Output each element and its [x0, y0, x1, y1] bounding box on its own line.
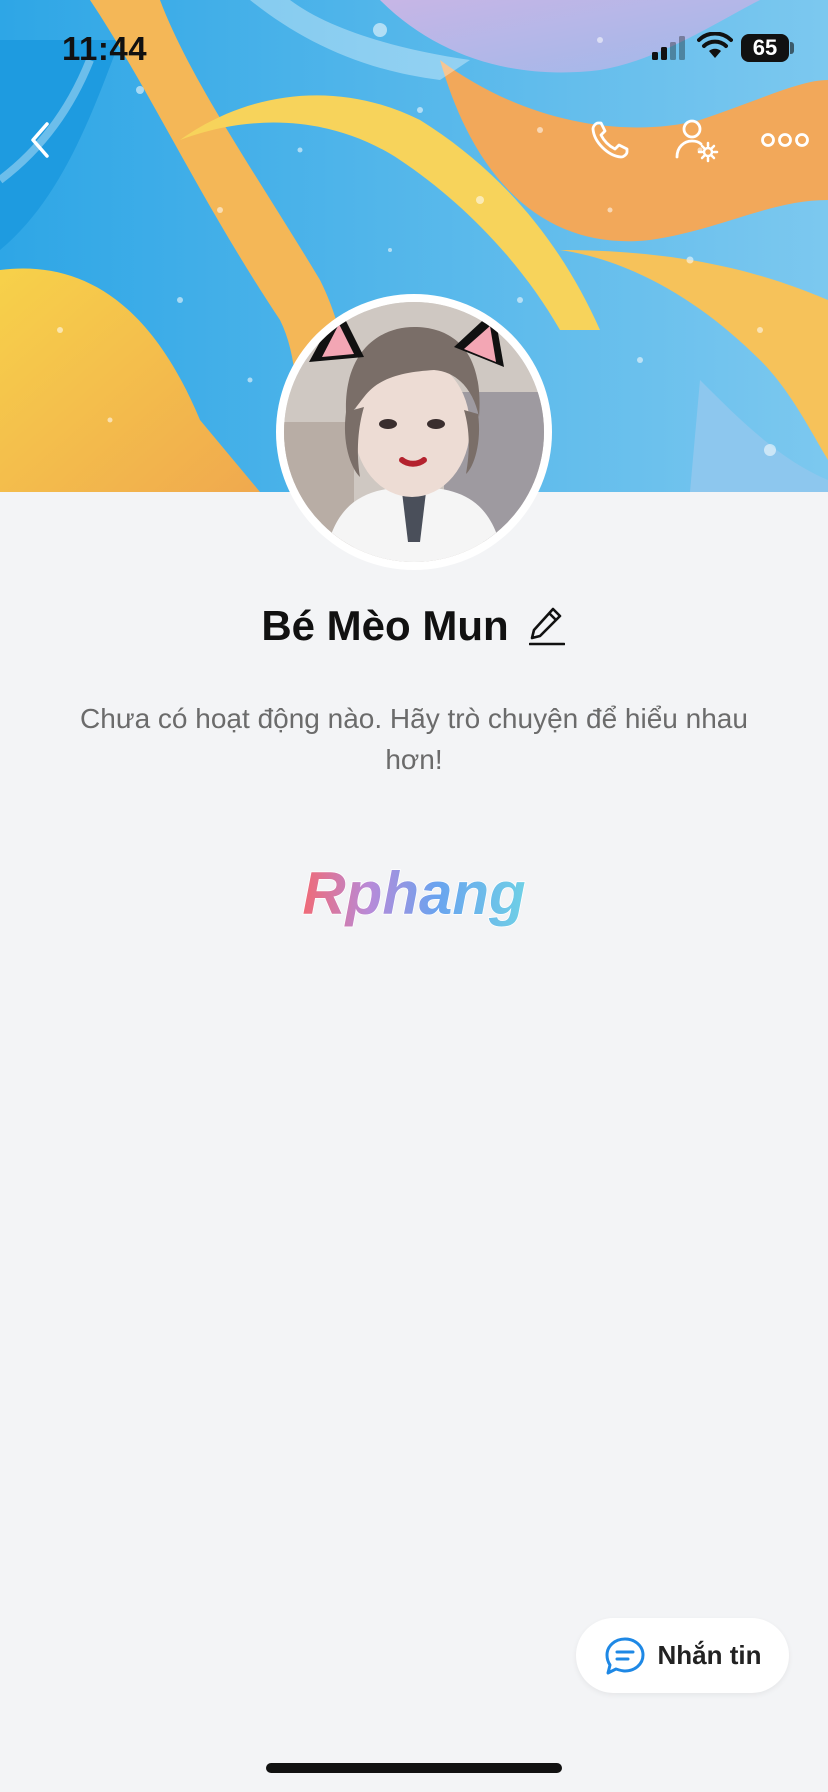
watermark-logo: Rphang [0, 858, 828, 943]
cellular-signal-icon [652, 36, 685, 60]
user-settings-icon [675, 119, 719, 163]
message-button-label: Nhắn tin [657, 1640, 762, 1670]
edit-name-button[interactable] [527, 604, 567, 648]
profile-avatar[interactable] [276, 294, 552, 570]
phone-icon [591, 121, 629, 159]
wifi-icon [697, 32, 733, 58]
more-button[interactable] [755, 110, 815, 170]
avatar-illustration [284, 302, 544, 562]
message-button[interactable]: Nhắn tin [576, 1618, 789, 1693]
chat-bubble-icon [605, 1637, 644, 1674]
avatar-photo [284, 302, 544, 562]
user-settings-button[interactable] [667, 110, 727, 170]
battery-cap [790, 42, 794, 54]
call-button[interactable] [580, 110, 640, 170]
svg-text:Rphang: Rphang [302, 860, 525, 927]
pencil-icon [528, 607, 565, 646]
status-time: 11:44 [62, 30, 148, 67]
more-dots-icon [761, 133, 809, 147]
watermark-logo-art: Rphang [302, 859, 527, 928]
profile-name-row: Bé Mèo Mun [0, 596, 828, 656]
back-button[interactable] [10, 110, 70, 170]
battery-indicator: 65 [741, 34, 789, 62]
home-indicator[interactable] [266, 1763, 562, 1773]
activity-empty-message: Chưa có hoạt động nào. Hãy trò chuyện để… [80, 703, 748, 775]
chevron-left-icon [31, 122, 49, 158]
profile-screen: 11:44 65 Bé Mèo Mun Chưa có hoạt động nà… [0, 0, 828, 1792]
profile-name: Bé Mèo Mun [261, 602, 509, 649]
status-bar: 11:44 65 [0, 0, 828, 100]
